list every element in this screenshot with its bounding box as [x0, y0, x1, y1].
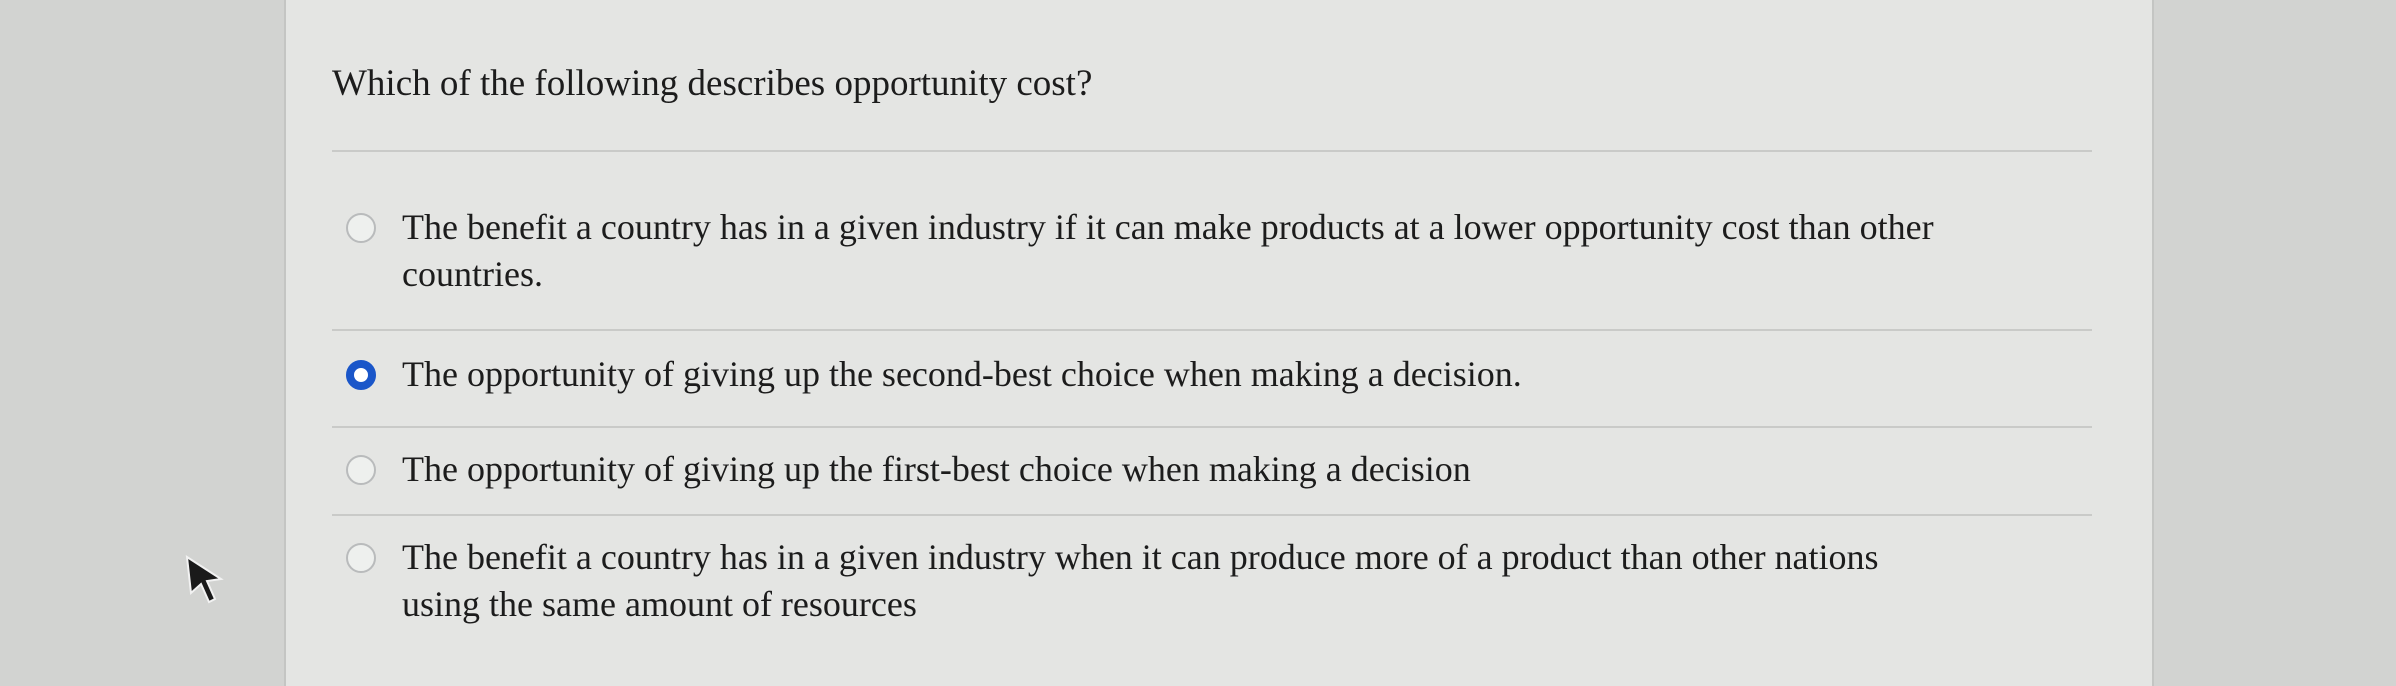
- question-text: Which of the following describes opportu…: [332, 63, 1093, 104]
- radio-button-3[interactable]: [346, 455, 376, 485]
- answer-option-1-line-1: The benefit a country has in a given ind…: [402, 207, 1934, 247]
- question-panel: Which of the following describes opportu…: [284, 0, 2154, 686]
- radio-button-2-selected[interactable]: [346, 360, 376, 390]
- answer-option-3-label: The opportunity of giving up the first-b…: [402, 446, 1471, 493]
- radio-button-1[interactable]: [346, 213, 376, 243]
- answer-option-4-label: The benefit a country has in a given ind…: [402, 534, 1879, 628]
- answer-option-4-line-2: using the same amount of resources: [402, 584, 917, 624]
- answer-option-4-line-1: The benefit a country has in a given ind…: [402, 537, 1879, 577]
- answer-option-1-label: The benefit a country has in a given ind…: [402, 204, 1934, 298]
- answer-option-1[interactable]: The benefit a country has in a given ind…: [332, 152, 2092, 329]
- answer-option-2-line-1: The opportunity of giving up the second-…: [402, 354, 1522, 394]
- answer-option-3-line-1: The opportunity of giving up the first-b…: [402, 449, 1471, 489]
- answer-option-1-line-2: countries.: [402, 254, 543, 294]
- radio-button-4[interactable]: [346, 543, 376, 573]
- answer-option-2[interactable]: The opportunity of giving up the second-…: [332, 331, 2092, 426]
- answer-options: The benefit a country has in a given ind…: [332, 150, 2092, 666]
- answer-option-4[interactable]: The benefit a country has in a given ind…: [332, 516, 2092, 666]
- answer-option-3[interactable]: The opportunity of giving up the first-b…: [332, 428, 2092, 514]
- mouse-pointer-arrow-icon: [185, 555, 224, 604]
- answer-option-2-label: The opportunity of giving up the second-…: [402, 351, 1522, 398]
